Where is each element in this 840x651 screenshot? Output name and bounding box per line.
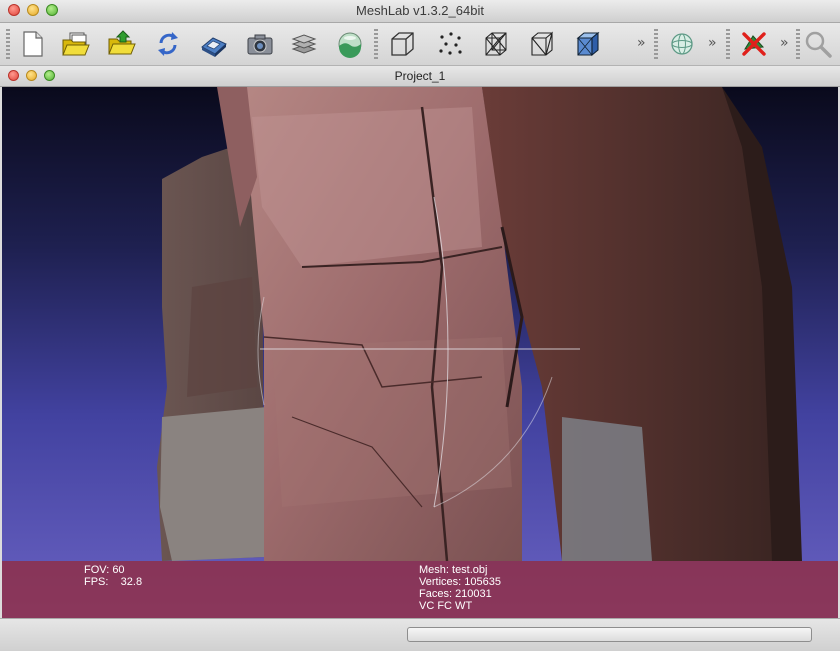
rock-mesh-render [157, 87, 802, 562]
open-project-button[interactable] [60, 28, 92, 60]
new-project-icon [23, 31, 43, 57]
toolbar-separator [654, 29, 658, 59]
mesh-name-readout: Mesh: test.obj [419, 564, 488, 576]
search-button[interactable] [802, 28, 834, 60]
snapshot-button[interactable] [244, 28, 276, 60]
toolbar-overflow-chevron[interactable]: » [780, 35, 789, 51]
wireframe-render-button[interactable] [480, 28, 512, 60]
reload-button[interactable] [152, 28, 184, 60]
hidden-lines-render-button[interactable] [526, 28, 558, 60]
layers-button[interactable] [288, 28, 320, 60]
fov-readout: FOV: 60 [84, 564, 125, 576]
open-project-icon [62, 32, 90, 56]
save-icon [201, 37, 227, 57]
flat-render-button[interactable] [572, 28, 604, 60]
main-toolbar: » » » [0, 23, 840, 66]
info-panel: FOV: 60 FPS: 32.8 Mesh: test.obj Vertice… [2, 561, 838, 618]
trackball-button[interactable] [666, 28, 698, 60]
wireframe-render-icon [485, 32, 507, 56]
search-icon [805, 31, 832, 58]
raster-button[interactable] [334, 28, 366, 60]
status-bar [0, 618, 840, 651]
progress-bar [407, 627, 812, 642]
save-button[interactable] [198, 28, 230, 60]
flat-render-icon [576, 31, 600, 57]
vertices-readout: Vertices: 105635 [419, 576, 501, 588]
3d-viewport[interactable]: FOV: 60 FPS: 32.8 Mesh: test.obj Vertice… [2, 87, 838, 618]
import-mesh-button[interactable] [106, 28, 138, 60]
toolbar-overflow-chevron[interactable]: » [708, 35, 717, 51]
window-title: MeshLab v1.3.2_64bit [356, 3, 484, 18]
toolbar-separator [374, 29, 378, 59]
toolbar-separator [796, 29, 800, 59]
toolbar-separator [726, 29, 730, 59]
faces-readout: Faces: 210031 [419, 588, 492, 600]
trackball-icon [671, 33, 693, 55]
delete-selection-icon [742, 32, 766, 56]
import-mesh-icon [108, 30, 136, 55]
box-render-button[interactable] [386, 28, 418, 60]
hidden-lines-render-icon [531, 31, 553, 56]
raster-icon [338, 32, 362, 58]
render-flags-readout: VC FC WT [419, 600, 473, 612]
points-render-icon [439, 32, 462, 55]
points-render-button[interactable] [434, 28, 466, 60]
reload-icon [158, 32, 178, 56]
document-titlebar[interactable]: Project_1 [0, 66, 840, 87]
toolbar-overflow-chevron[interactable]: » [637, 35, 646, 51]
window-titlebar[interactable]: MeshLab v1.3.2_64bit [0, 0, 840, 23]
toolbar-grip[interactable] [6, 29, 10, 59]
snapshot-icon [247, 34, 273, 55]
layers-icon [291, 34, 317, 54]
fps-readout: FPS: 32.8 [84, 576, 143, 588]
box-render-icon [391, 32, 414, 56]
delete-selection-button[interactable] [738, 28, 770, 60]
new-project-button[interactable] [16, 28, 48, 60]
document-title: Project_1 [394, 69, 446, 83]
